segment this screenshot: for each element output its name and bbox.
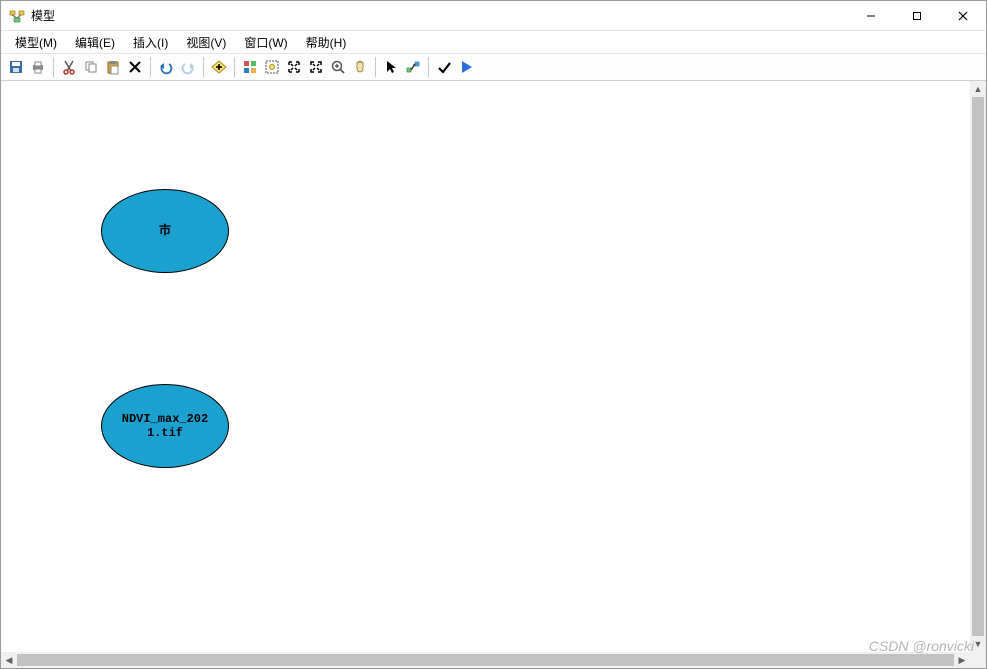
- scroll-thumb[interactable]: [17, 654, 954, 666]
- vertical-scrollbar[interactable]: ▲ ▼: [970, 81, 986, 652]
- toolbar-separator: [375, 57, 376, 77]
- save-button[interactable]: [5, 56, 27, 78]
- model-node[interactable]: NDVI_max_2021.tif: [101, 384, 229, 468]
- pan-tool-button[interactable]: [349, 56, 371, 78]
- paste-button[interactable]: [102, 56, 124, 78]
- minimize-button[interactable]: [848, 1, 894, 31]
- zoom-in-tool-button[interactable]: [327, 56, 349, 78]
- menu-insert[interactable]: 插入(I): [125, 32, 176, 53]
- delete-button[interactable]: [124, 56, 146, 78]
- scroll-left-button[interactable]: ◀: [1, 652, 17, 668]
- select-tool-button[interactable]: [380, 56, 402, 78]
- toolbar: [1, 53, 986, 81]
- node-label: 市: [159, 224, 171, 238]
- menu-help[interactable]: 帮助(H): [298, 32, 355, 53]
- menu-model[interactable]: 模型(M): [7, 32, 65, 53]
- validate-button[interactable]: [433, 56, 455, 78]
- toolbar-separator: [428, 57, 429, 77]
- node-label: NDVI_max_2021.tif: [115, 412, 215, 441]
- scroll-track[interactable]: [970, 97, 986, 636]
- scroll-corner: [970, 652, 986, 668]
- menu-edit[interactable]: 编辑(E): [67, 32, 123, 53]
- fixed-zoom-out-button[interactable]: [305, 56, 327, 78]
- horizontal-scrollbar[interactable]: ◀ ▶: [1, 652, 970, 668]
- window-title: 模型: [31, 7, 55, 24]
- model-node[interactable]: 市: [101, 189, 229, 273]
- connect-tool-button[interactable]: [402, 56, 424, 78]
- scroll-right-button[interactable]: ▶: [954, 652, 970, 668]
- toolbar-separator: [203, 57, 204, 77]
- run-button[interactable]: [455, 56, 477, 78]
- fixed-zoom-in-button[interactable]: [283, 56, 305, 78]
- toolbar-separator: [150, 57, 151, 77]
- app-icon: [9, 8, 25, 24]
- scroll-up-button[interactable]: ▲: [970, 81, 986, 97]
- model-canvas[interactable]: 市 NDVI_max_2021.tif: [1, 81, 970, 652]
- auto-layout-button[interactable]: [239, 56, 261, 78]
- canvas-area: 市 NDVI_max_2021.tif ▲ ▼ ◀ ▶ CSDN @ronvic…: [1, 81, 986, 668]
- undo-button[interactable]: [155, 56, 177, 78]
- add-data-button[interactable]: [208, 56, 230, 78]
- full-extent-button[interactable]: [261, 56, 283, 78]
- redo-button[interactable]: [177, 56, 199, 78]
- titlebar: 模型: [1, 1, 986, 31]
- scroll-thumb[interactable]: [972, 97, 984, 636]
- toolbar-separator: [53, 57, 54, 77]
- menu-window[interactable]: 窗口(W): [236, 32, 295, 53]
- cut-button[interactable]: [58, 56, 80, 78]
- toolbar-separator: [234, 57, 235, 77]
- print-button[interactable]: [27, 56, 49, 78]
- close-button[interactable]: [940, 1, 986, 31]
- scroll-track[interactable]: [17, 652, 954, 668]
- maximize-button[interactable]: [894, 1, 940, 31]
- menubar: 模型(M) 编辑(E) 插入(I) 视图(V) 窗口(W) 帮助(H): [1, 31, 986, 53]
- menu-view[interactable]: 视图(V): [178, 32, 234, 53]
- app-window: 模型 模型(M) 编辑(E) 插入(I) 视图(V) 窗口(W) 帮助(H): [0, 0, 987, 669]
- copy-button[interactable]: [80, 56, 102, 78]
- scroll-down-button[interactable]: ▼: [970, 636, 986, 652]
